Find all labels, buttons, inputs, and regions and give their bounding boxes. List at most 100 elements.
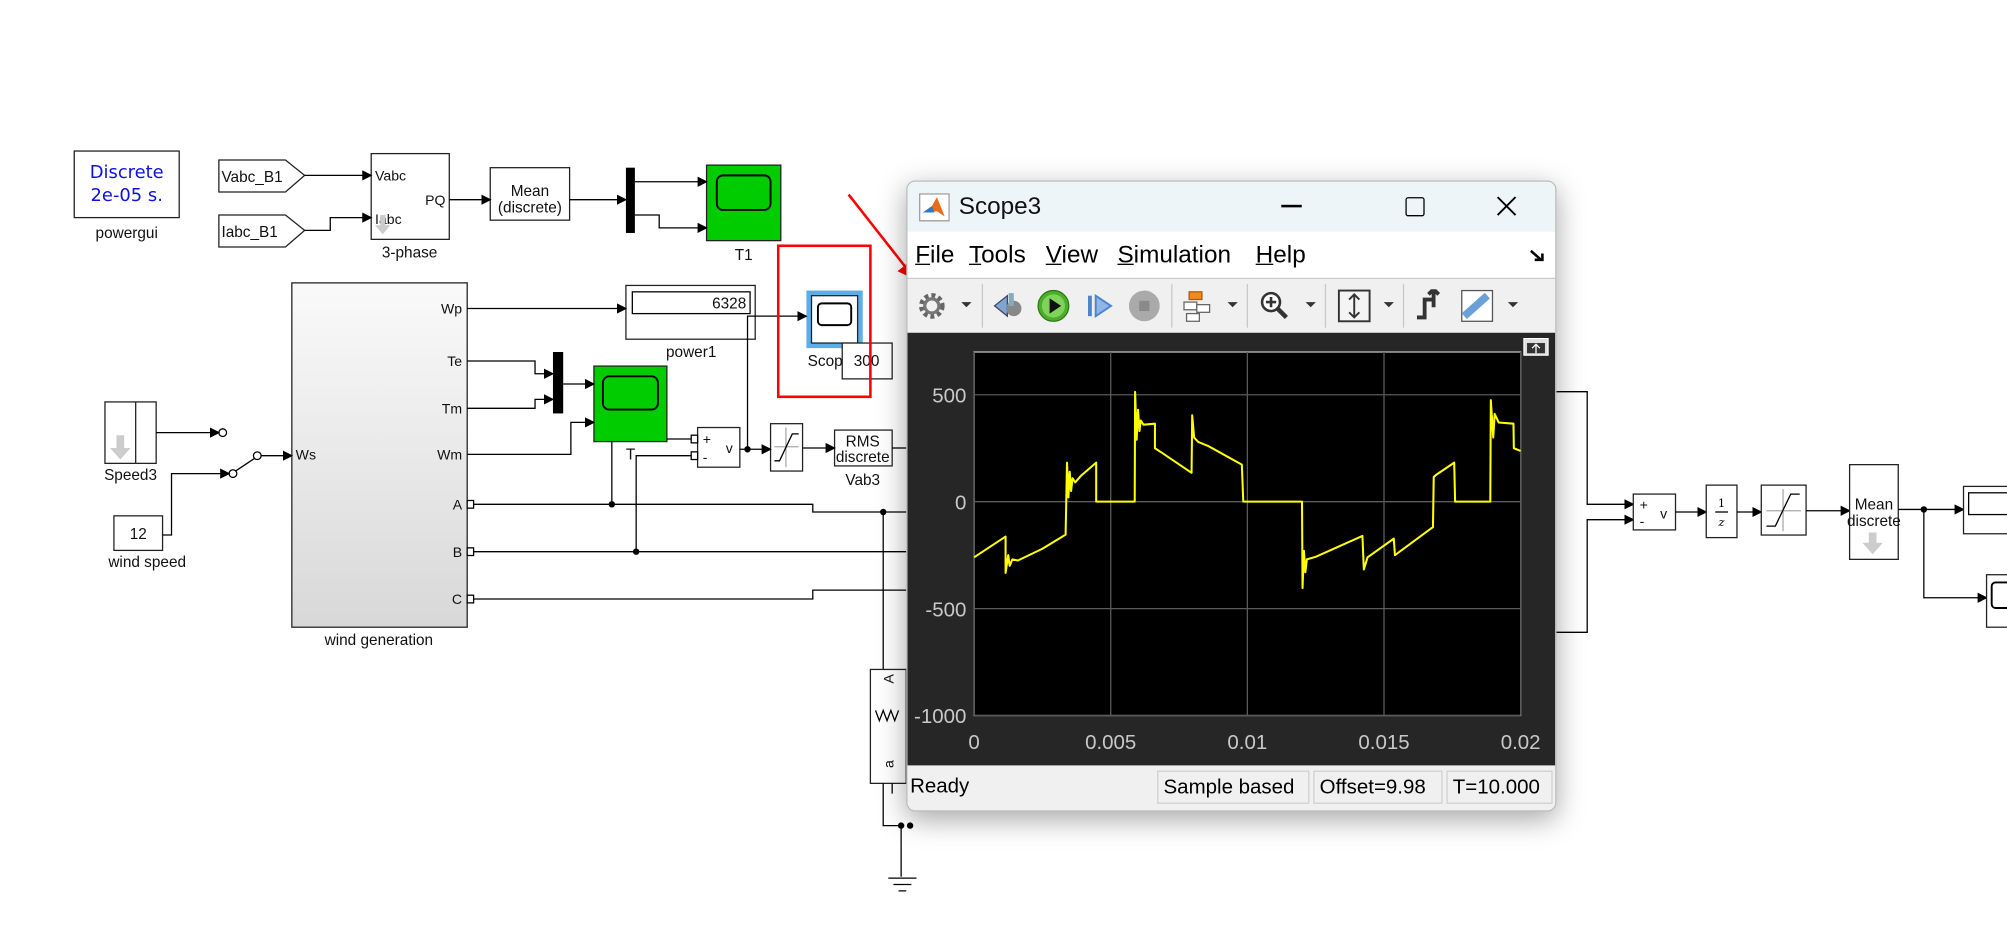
status-ready: Ready [910, 775, 970, 798]
scope-plot[interactable]: 0 0.005 0.01 0.015 0.02 500 0 -500 -1000 [908, 333, 1556, 766]
title-bar[interactable]: Scope3 [907, 181, 1556, 232]
mean-discrete-block[interactable]: Mean (discrete) [489, 167, 571, 221]
triggers-button[interactable] [1411, 287, 1449, 325]
wind-speed-value: 12 [130, 526, 147, 543]
constant-300[interactable]: 300 [841, 342, 893, 380]
mux-block[interactable] [625, 167, 635, 233]
display-power1[interactable]: 6328 power1 [625, 284, 756, 361]
close-button[interactable] [1478, 187, 1534, 225]
status-bar: Ready Sample based Offset=9.98 T=10.000 [907, 765, 1556, 811]
minus-port: - [1640, 513, 1645, 529]
zoom-dropdown-icon[interactable] [1304, 298, 1317, 311]
simulink-canvas[interactable]: Discrete 2e-05 s. powergui Vabc_B1 Iabc_… [0, 0, 2007, 943]
t1-label: T1 [735, 247, 753, 264]
close-icon [1496, 196, 1517, 216]
zoom-button[interactable] [1256, 287, 1294, 325]
undock-plot-icon[interactable] [1523, 337, 1549, 356]
mean-discrete-block-2[interactable]: Mean discrete [1847, 463, 1901, 560]
autoscale-dropdown-icon[interactable] [1382, 298, 1395, 311]
menu-view[interactable]: View [1046, 242, 1098, 270]
v-port: v [726, 440, 733, 456]
mean2-sublabel: discrete [1847, 513, 1901, 530]
voltage-measurement-2[interactable]: + - v [1632, 493, 1677, 531]
from-iabc-b1[interactable]: Iabc_B1 [218, 214, 306, 248]
mean2-label: Mean [1855, 496, 1893, 513]
delay-den: z [1718, 515, 1726, 529]
menu-file[interactable]: File [915, 242, 954, 270]
menu-help[interactable]: Help [1256, 242, 1306, 270]
red-arrow-annotation [847, 193, 916, 280]
settings-dropdown-icon[interactable] [960, 298, 973, 311]
three-phase-transformer[interactable]: A a [869, 668, 907, 784]
menu-simulation[interactable]: Simulation [1117, 242, 1231, 270]
zoom-in-icon [1260, 291, 1288, 320]
port-ws: Ws [296, 447, 316, 463]
from-iabc-label: Iabc_B1 [221, 224, 277, 241]
ruler-icon [1461, 289, 1494, 322]
ground-icon [888, 877, 917, 892]
signal-selector-dropdown-icon[interactable] [1226, 298, 1239, 311]
display-right[interactable] [1962, 485, 2007, 535]
scope-t1[interactable]: T1 [705, 164, 782, 264]
autoscale-button[interactable] [1335, 287, 1373, 325]
port-te: Te [447, 353, 462, 369]
from-vabc-b1[interactable]: Vabc_B1 [218, 159, 306, 193]
port-b: B [453, 544, 462, 560]
wind-generation-label: wind generation [324, 632, 433, 649]
saturation-block-2[interactable] [1760, 484, 1807, 536]
undock-menu-icon[interactable] [1530, 249, 1545, 263]
delay-num: 1 [1718, 496, 1725, 510]
three-phase-pq-block[interactable]: Vabc Iabc PQ 3-phase [370, 152, 450, 262]
autoscale-icon [1337, 289, 1371, 323]
minimize-button[interactable] [1263, 187, 1319, 225]
measurements-button[interactable] [1458, 287, 1496, 325]
settings-button[interactable] [913, 287, 951, 325]
y-tick-label: 500 [932, 384, 966, 407]
trigger-icon [1416, 289, 1441, 320]
powergui-mode: Discrete [90, 162, 164, 183]
matlab-logo-icon [919, 193, 950, 222]
voltage-measurement-1[interactable]: + - v [696, 426, 741, 468]
power1-value: 6328 [712, 295, 746, 312]
run-button[interactable] [1034, 287, 1072, 325]
x-tick-label: 0.01 [1227, 731, 1267, 754]
measurements-dropdown-icon[interactable] [1507, 298, 1520, 311]
unit-delay-block[interactable]: 1 z [1705, 484, 1738, 539]
saturation-block-1[interactable] [769, 423, 804, 472]
scope3-window[interactable]: Scope3 File Tools View Simulation Help 0… [906, 180, 1557, 812]
port-c: C [452, 591, 462, 607]
port-wm: Wm [437, 447, 462, 463]
menu-tools[interactable]: Tools [969, 242, 1026, 270]
step-back-button[interactable] [989, 287, 1027, 325]
minus-port: - [703, 449, 708, 465]
speed3-block[interactable]: Speed3 [104, 401, 157, 484]
vab3-label: Vab3 [845, 472, 880, 489]
maximize-button[interactable] [1386, 187, 1442, 225]
port-wp: Wp [441, 301, 462, 317]
port-tm: Tm [442, 400, 462, 416]
mux-torque[interactable] [552, 352, 564, 414]
step-forward-button[interactable] [1080, 287, 1118, 325]
scope-t[interactable]: T [593, 365, 668, 464]
powergui-block[interactable]: Discrete 2e-05 s. powergui [73, 150, 180, 242]
v-port: v [1660, 505, 1667, 521]
rms-block[interactable]: RMS discrete Vab3 [833, 429, 893, 489]
gear-icon [919, 293, 945, 319]
scope-right[interactable] [1985, 574, 2007, 628]
stop-button[interactable] [1125, 287, 1163, 325]
mean-label: Mean [511, 183, 549, 200]
wind-generation-block[interactable]: Wp Te Tm Wm A B C Ws wind generation [291, 282, 468, 649]
port-vabc: Vabc [375, 167, 406, 183]
stop-icon [1128, 290, 1160, 322]
play-icon [1037, 289, 1070, 322]
scope-plot-area: 0 0.005 0.01 0.015 0.02 500 0 -500 -1000 [907, 332, 1556, 766]
y-tick-label: 0 [955, 491, 966, 514]
signal-selector-button[interactable] [1179, 287, 1217, 325]
menu-bar: File Tools View Simulation Help [907, 231, 1556, 280]
status-sample-mode: Sample based [1157, 770, 1310, 804]
manual-switch[interactable] [218, 428, 262, 479]
wind-speed-constant[interactable]: 12 wind speed [107, 515, 186, 571]
block-diagram-icon [1183, 291, 1211, 322]
y-tick-label: -500 [925, 598, 966, 621]
x-tick-label: 0.02 [1501, 731, 1541, 754]
